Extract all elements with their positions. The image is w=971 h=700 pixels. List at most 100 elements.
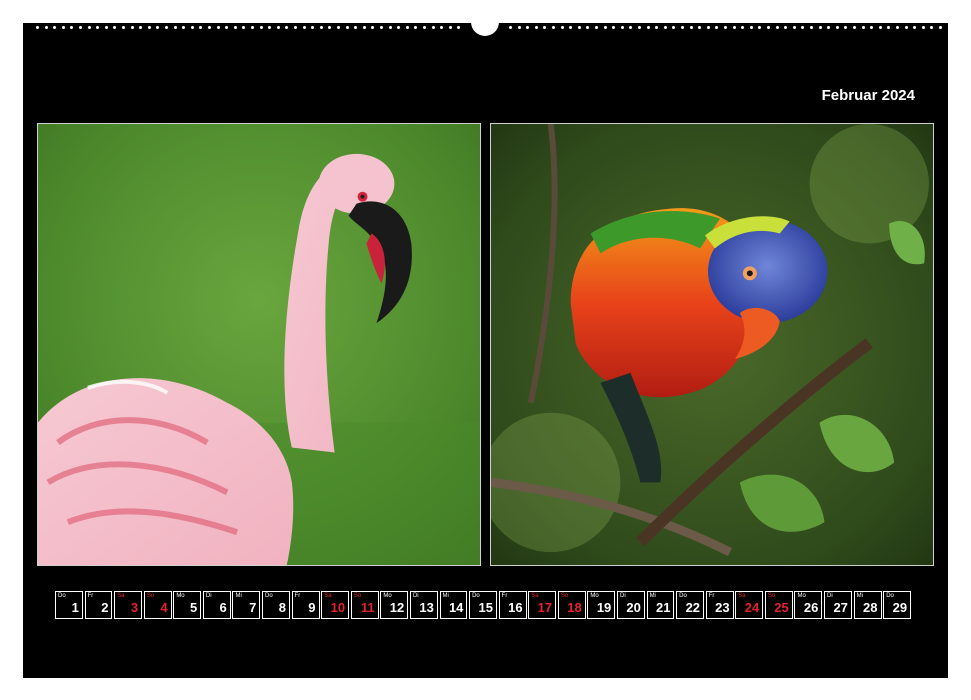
binding-hole — [311, 26, 315, 29]
binding-hole — [96, 26, 100, 29]
day-cell: Do 22 — [676, 591, 705, 619]
weekday-label: Sa — [324, 593, 332, 599]
day-cell: Do 29 — [883, 591, 912, 619]
binding-hole — [663, 26, 667, 29]
binding-hole — [921, 26, 925, 29]
binding-hole — [79, 26, 82, 29]
binding-hole — [878, 26, 882, 29]
binding-hole — [853, 26, 856, 29]
day-cell: Sa 24 — [735, 591, 764, 619]
day-number: 25 — [774, 600, 789, 615]
binding-hole — [509, 26, 512, 29]
day-number: 29 — [892, 600, 908, 615]
binding-hole — [715, 26, 719, 29]
weekday-label: So — [767, 593, 776, 599]
binding-hole — [543, 26, 547, 29]
binding-hole — [689, 26, 693, 29]
binding-hole — [147, 26, 151, 29]
day-cell: Fr 23 — [705, 591, 734, 619]
binding-hole — [818, 26, 822, 29]
binding-hole — [534, 26, 538, 29]
binding-hole — [423, 26, 426, 29]
binding-hole — [526, 26, 530, 29]
day-strip: Do 1 Fr 2 Sa 3 So 4 Mo 5 Di 6 Mi 7 Do 8 Fr 9 Sa 10 So 11 Mo 12 D… — [55, 591, 912, 621]
weekday-label: Mo — [176, 593, 185, 599]
weekday-label: Di — [412, 593, 419, 599]
day-cell: So 25 — [764, 591, 793, 619]
day-number: 1 — [71, 600, 79, 615]
weekday-label: So — [560, 593, 569, 599]
binding-hole — [552, 26, 555, 29]
day-number: 2 — [101, 600, 109, 615]
binding-hole — [620, 26, 624, 29]
day-number: 9 — [308, 600, 316, 615]
binding-hole — [896, 26, 899, 29]
binding-hole — [706, 26, 710, 29]
weekday-label: Di — [827, 593, 833, 599]
weekday-label: Mo — [383, 593, 392, 599]
binding-hole — [122, 26, 125, 29]
binding-hole — [646, 26, 650, 29]
binding-hole — [104, 26, 108, 29]
weekday-label: Mi — [649, 593, 656, 599]
day-number: 16 — [508, 600, 523, 615]
day-number: 24 — [744, 600, 760, 615]
binding-hole — [345, 26, 349, 29]
weekday-label: Di — [205, 593, 212, 599]
binding-hole — [397, 26, 401, 29]
binding-hole — [784, 26, 788, 29]
binding-hole — [225, 26, 229, 29]
day-number: 13 — [419, 600, 434, 615]
binding-hole — [61, 26, 65, 29]
binding-hole — [302, 26, 306, 29]
day-cell: Do 15 — [469, 591, 497, 619]
day-cell: Di 27 — [824, 591, 852, 619]
weekday-label: Di — [619, 593, 626, 599]
day-cell: Sa 10 — [321, 591, 350, 619]
binding-hole — [87, 26, 91, 29]
day-cell: Sa 3 — [114, 591, 143, 619]
binding-hole — [887, 26, 891, 29]
binding-hole — [681, 26, 684, 29]
binding-hole — [173, 26, 177, 29]
day-cell: Mi 28 — [853, 591, 882, 619]
day-number: 26 — [803, 600, 819, 615]
day-cell: Mo 19 — [587, 591, 616, 619]
binding-hole — [405, 26, 409, 29]
binding-hole — [612, 26, 616, 29]
month-title: Februar 2024 — [821, 87, 915, 104]
weekday-label: Fr — [501, 593, 508, 599]
day-number: 22 — [685, 600, 701, 615]
day-number: 15 — [478, 600, 493, 615]
day-cell: Fr 16 — [498, 591, 527, 619]
weekday-label: So — [146, 593, 155, 599]
binding-hole — [861, 26, 865, 29]
binding-hole — [629, 26, 633, 29]
binding-hole — [362, 26, 366, 29]
day-cell: Fr 9 — [291, 591, 320, 619]
binding-hole — [182, 26, 186, 29]
day-cell: Fr 2 — [84, 591, 113, 619]
binding-hole — [251, 26, 254, 29]
day-number: 19 — [596, 600, 612, 615]
binding-hole — [70, 26, 74, 29]
binding-hole — [139, 26, 143, 29]
binding-hole — [276, 26, 280, 29]
binding-hole — [448, 26, 452, 29]
binding-hole — [268, 26, 272, 29]
binding-hole — [775, 26, 779, 29]
day-number: 27 — [833, 600, 848, 615]
weekday-label: Do — [886, 593, 894, 599]
binding-hole — [741, 26, 745, 29]
weekday-label: Mo — [797, 593, 806, 599]
day-cell: So 18 — [557, 591, 586, 619]
weekday-label: Mi — [235, 593, 242, 599]
binding-hole — [577, 26, 581, 29]
weekday-label: Mi — [856, 593, 863, 599]
day-number: 28 — [863, 600, 878, 615]
binding-hole — [113, 26, 117, 29]
binding-hole — [233, 26, 237, 29]
day-number: 5 — [189, 600, 198, 615]
binding-hole — [930, 26, 934, 29]
day-number: 4 — [160, 600, 168, 615]
